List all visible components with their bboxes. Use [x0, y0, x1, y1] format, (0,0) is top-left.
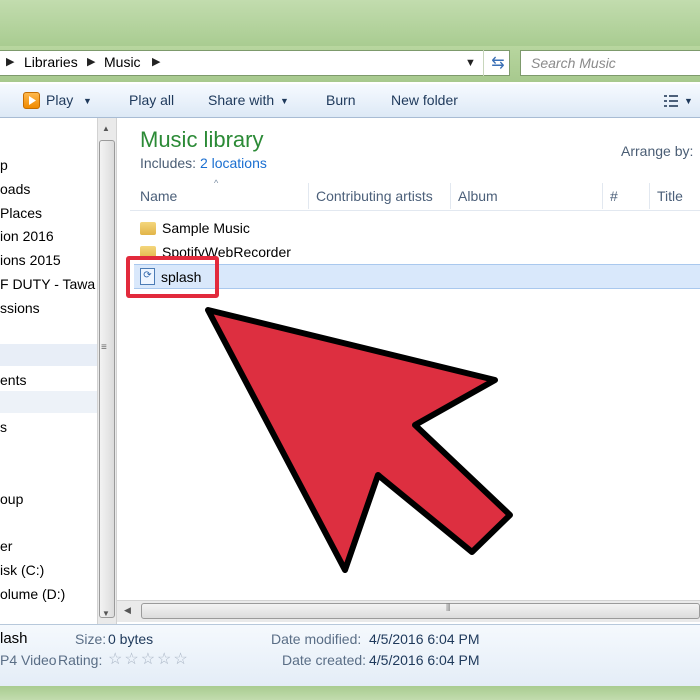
- date-created-label: Date created:: [282, 652, 367, 668]
- scroll-left-icon[interactable]: ◀: [124, 605, 131, 616]
- column-divider[interactable]: [308, 183, 309, 209]
- sort-ascending-icon: ^: [214, 178, 219, 188]
- column-track-number[interactable]: #: [610, 188, 618, 204]
- column-album[interactable]: Album: [458, 188, 498, 204]
- breadcrumb-libraries[interactable]: Libraries: [24, 54, 78, 70]
- address-dropdown-icon[interactable]: ▼: [465, 57, 476, 69]
- window-titlebar: [0, 0, 700, 46]
- play-all-button[interactable]: Play all: [129, 92, 174, 108]
- details-file-name: lash: [0, 630, 28, 647]
- column-title[interactable]: Title: [657, 188, 683, 204]
- scroll-up-icon[interactable]: ▲: [102, 124, 110, 133]
- search-input[interactable]: Search Music: [520, 50, 700, 76]
- sidebar-item[interactable]: ssions: [0, 300, 40, 316]
- rating-stars[interactable]: ☆☆☆☆☆: [108, 649, 190, 669]
- size-label: Size:: [75, 631, 107, 647]
- details-file-type: P4 Video: [0, 652, 57, 668]
- sidebar-item[interactable]: oads: [0, 181, 30, 197]
- play-icon[interactable]: [23, 92, 40, 109]
- sidebar-item[interactable]: s: [0, 419, 7, 435]
- nav-section-highlight: [0, 391, 97, 413]
- size-value: 0 bytes: [108, 631, 154, 647]
- sidebar-item[interactable]: F DUTY - Tawa: [0, 276, 95, 292]
- share-with-button[interactable]: Share with: [208, 92, 274, 108]
- views-dropdown-icon[interactable]: ▼: [684, 96, 693, 106]
- horizontal-scrollbar-thumb[interactable]: [141, 603, 700, 619]
- grip-icon: ⦀: [446, 603, 451, 614]
- sidebar-item[interactable]: ions 2015: [0, 252, 61, 268]
- file-name: Sample Music: [162, 220, 250, 236]
- date-modified-label: Date modified:: [271, 631, 362, 647]
- new-folder-button[interactable]: New folder: [391, 92, 458, 108]
- share-with-dropdown-icon[interactable]: ▼: [280, 96, 289, 106]
- column-name[interactable]: Name: [140, 188, 177, 204]
- date-created-value: 4/5/2016 6:04 PM: [369, 652, 480, 668]
- list-item[interactable]: Sample Music: [140, 220, 250, 236]
- library-includes: Includes: 2 locations: [140, 155, 267, 171]
- column-contributing-artists[interactable]: Contributing artists: [316, 188, 433, 204]
- sidebar-item[interactable]: p: [0, 157, 8, 173]
- sidebar-item[interactable]: ion 2016: [0, 228, 54, 244]
- nav-scrollbar-thumb[interactable]: [99, 140, 115, 618]
- includes-label: Includes:: [140, 155, 197, 171]
- scroll-down-icon[interactable]: ▼: [102, 609, 110, 618]
- play-dropdown-icon[interactable]: ▼: [83, 96, 92, 106]
- breadcrumb-separator-icon[interactable]: ▶: [87, 55, 95, 68]
- breadcrumb-separator-icon[interactable]: ▶: [6, 55, 14, 68]
- sidebar-item[interactable]: oup: [0, 491, 23, 507]
- sidebar-item[interactable]: olume (D:): [0, 586, 65, 602]
- locations-link[interactable]: 2 locations: [200, 155, 267, 171]
- breadcrumb-separator-icon[interactable]: ▶: [152, 55, 160, 68]
- sidebar-item[interactable]: er: [0, 538, 12, 554]
- views-icon[interactable]: [664, 95, 680, 110]
- library-title: Music library: [140, 127, 264, 152]
- date-modified-value: 4/5/2016 6:04 PM: [369, 631, 480, 647]
- column-divider[interactable]: [450, 183, 451, 209]
- burn-button[interactable]: Burn: [326, 92, 356, 108]
- column-divider[interactable]: [602, 183, 603, 209]
- sidebar-item[interactable]: ents: [0, 372, 26, 388]
- arrange-by-label[interactable]: Arrange by:: [621, 143, 693, 159]
- folder-icon: [140, 221, 156, 235]
- column-divider[interactable]: [649, 183, 650, 209]
- sidebar-item[interactable]: Places: [0, 205, 42, 221]
- breadcrumb-music[interactable]: Music: [104, 54, 141, 70]
- grip-icon: ≡: [101, 342, 107, 353]
- window-bottom-frame: [0, 686, 700, 700]
- nav-section-highlight: [0, 344, 97, 366]
- sidebar-item[interactable]: isk (C:): [0, 562, 44, 578]
- refresh-icon[interactable]: ⇆: [483, 50, 512, 76]
- rating-label: Rating:: [58, 652, 103, 668]
- play-button[interactable]: Play: [46, 92, 73, 108]
- red-arrow-annotation: [205, 307, 513, 573]
